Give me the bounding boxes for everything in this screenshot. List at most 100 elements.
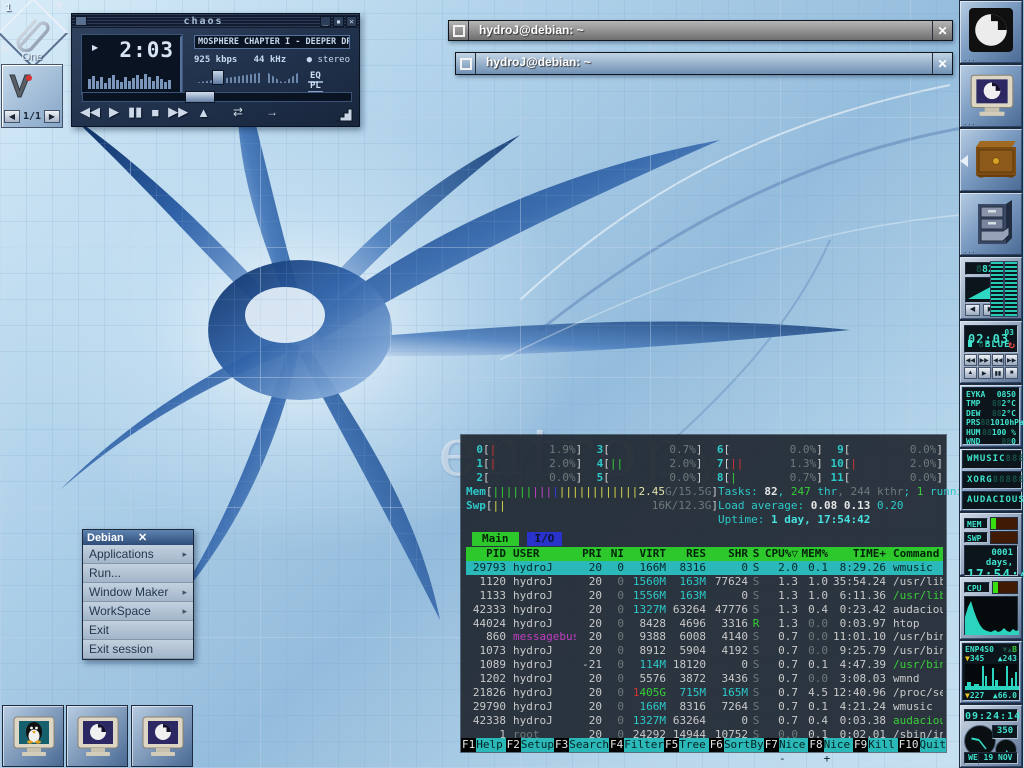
player-shade-button[interactable]: ▪ <box>333 16 344 27</box>
tab-main[interactable]: Main <box>472 532 519 546</box>
repeat-toggle[interactable]: → <box>266 105 278 119</box>
menu-item[interactable]: Exit session <box>83 640 193 659</box>
process-row[interactable]: 1089hydroJ-210114M181200S0.70.14:47.39/u… <box>466 658 943 672</box>
volume-slider-handle[interactable] <box>212 70 224 85</box>
process-row[interactable]: 21826hydroJ2001405G715M165MS0.74.512:40.… <box>466 686 943 700</box>
menu-close-icon[interactable]: ✕ <box>138 531 189 544</box>
stop-button[interactable]: ■ <box>151 105 159 120</box>
tab-io[interactable]: I/O <box>527 532 563 546</box>
menu-item[interactable]: Run... <box>83 564 193 583</box>
play-button[interactable]: ▶ <box>109 104 119 120</box>
process-row[interactable]: 1133hydroJ2001556M163M0S1.31.06:11.36/us… <box>466 589 943 603</box>
function-key[interactable]: F8Nice + <box>808 738 853 752</box>
menu-item[interactable]: Exit <box>83 621 193 640</box>
wmusic-rew-button[interactable]: ◀◀ <box>992 354 1005 366</box>
shuffle-toggle[interactable]: ⇄ <box>233 105 243 119</box>
eject-button[interactable]: ▲ <box>197 105 210 120</box>
wmusic-play-button[interactable]: ▶ <box>978 367 991 379</box>
miniaturize-icon <box>453 25 465 37</box>
function-key[interactable]: F10Quit <box>898 738 946 752</box>
wmusic-track-number: 03 <box>1004 328 1014 337</box>
terminal-window-1[interactable]: hydroJ@debian: ~ ✕ <box>448 20 953 41</box>
player-titlebar[interactable]: chaos _ ▪ ✕ <box>72 14 359 28</box>
dock-tile-wmusic[interactable]: 02:03 03 8BLUE ↻ ◀◀ ▶▶ ◀◀ ▶▶ ▲ ▶ ▮▮ ■ <box>959 320 1023 384</box>
balance-slider[interactable] <box>268 71 298 83</box>
dock-tile-clock[interactable]: 09:24:14 350 WE 19 NOV <box>959 704 1023 768</box>
wmusic-repeat-icon[interactable]: ↻ <box>1008 338 1015 351</box>
pager-dockapp[interactable]: ◀ 1/1 ▶ <box>1 64 63 128</box>
mixer-prev-channel-button[interactable]: ◀ <box>965 304 980 316</box>
dock-tile-lcd-labels[interactable]: WMUSIC888 XORG88888 AUDACIOUS <box>959 448 1023 512</box>
player-menu-button[interactable] <box>75 16 87 26</box>
miniwindow-terminal-1[interactable] <box>66 705 128 767</box>
process-row[interactable]: 29793hydroJ200166M83160S2.00.18:29.26wmu… <box>466 561 943 575</box>
terminal-window-2[interactable]: hydroJ@debian: ~ ✕ <box>455 52 953 75</box>
next-button[interactable]: ▶▶ <box>168 104 188 120</box>
wmusic-next-button[interactable]: ▶▶ <box>978 354 991 366</box>
function-key[interactable]: F3Search <box>554 738 609 752</box>
clip-prev-arrow[interactable] <box>2 42 11 51</box>
htop-window[interactable]: 0[|1.9%] 3[0.7%] 6[0.0%] 9[0.0%] 1[|2.0%… <box>461 435 946 752</box>
menu-item[interactable]: Window Maker▸ <box>83 583 193 602</box>
track-title-display[interactable]: MOSPHERE CHAPTER I - DEEPER DRL <box>194 35 350 49</box>
miniwindow-terminal-2[interactable] <box>131 705 193 767</box>
player-close-button[interactable]: ✕ <box>346 16 357 27</box>
dock-tile-terminal[interactable]: ... <box>959 64 1023 128</box>
menu-item[interactable]: Applications▸ <box>83 545 193 564</box>
pager-prev-button[interactable]: ◀ <box>4 110 20 123</box>
dock-tile-cpuload[interactable]: CPU <box>959 576 1023 640</box>
dock-dots: ... <box>964 249 977 253</box>
process-row[interactable]: 29790hydroJ200166M83167264S0.70.14:21.24… <box>466 700 943 714</box>
dock-tile-wmnd[interactable]: ENP4S0 ▼▲B ▼345 ▲243 <box>959 640 1023 704</box>
lcd-app-label[interactable]: WMUSIC888 <box>962 450 1022 469</box>
terminal1-title[interactable]: hydroJ@debian: ~ <box>469 21 932 40</box>
wmusic-pause-button[interactable]: ▮▮ <box>992 367 1005 379</box>
drawer-arrow-icon[interactable] <box>960 155 968 167</box>
lcd-app-label[interactable]: AUDACIOUS <box>962 491 1022 510</box>
miniwindow-terminal-tux[interactable] <box>2 705 64 767</box>
function-key[interactable]: F9Kill <box>853 738 898 752</box>
terminal2-title[interactable]: hydroJ@debian: ~ <box>476 53 932 74</box>
close-button[interactable]: ✕ <box>932 21 952 40</box>
process-table-header[interactable]: PIDUSERPRINIVIRTRESSHRSCPU%▽MEM%TIME+Com… <box>466 547 943 561</box>
process-row[interactable]: 1073hydroJ200891259044192S0.70.09:25.79/… <box>466 644 943 658</box>
miniaturize-button[interactable] <box>449 21 469 40</box>
process-row[interactable]: 42333hydroJ2001327M6326447776S1.30.40:23… <box>466 603 943 617</box>
process-row[interactable]: 42338hydroJ2001327M632640S0.70.40:03.38a… <box>466 714 943 728</box>
pager-next-button[interactable]: ▶ <box>44 110 60 123</box>
weather-row: HUM88100 % <box>966 428 1016 437</box>
seek-handle[interactable] <box>185 91 215 103</box>
close-button[interactable]: ✕ <box>932 53 952 74</box>
wmusic-stop-button[interactable]: ■ <box>1005 367 1018 379</box>
miniaturize-button[interactable] <box>456 53 476 74</box>
dock-tile-drawer[interactable] <box>959 128 1023 192</box>
function-key[interactable]: F1Help <box>461 738 506 752</box>
process-row[interactable]: 1120hydroJ2001560M163M77624S1.31.035:54.… <box>466 575 943 589</box>
menu-item[interactable]: WorkSpace▸ <box>83 602 193 621</box>
process-row[interactable]: 860messagebus200938860084140S0.70.011:01… <box>466 630 943 644</box>
wmusic-eject-button[interactable]: ▲ <box>964 367 977 379</box>
process-row[interactable]: 44024hydroJ200842846963316R1.30.00:03.97… <box>466 617 943 631</box>
function-key[interactable]: F2Setup <box>506 738 554 752</box>
dock-tile-file-cabinet[interactable]: ... <box>959 192 1023 256</box>
process-row[interactable]: 1202hydroJ200557638723436S0.70.03:08.03w… <box>466 672 943 686</box>
function-key[interactable]: F7Nice - <box>764 738 809 752</box>
clip-next-arrow[interactable] <box>53 2 62 11</box>
function-key[interactable]: F5Tree <box>664 738 709 752</box>
wmusic-ff-button[interactable]: ▶▶ <box>1005 354 1018 366</box>
lcd-app-label[interactable]: XORG88888 <box>962 471 1022 490</box>
player-minimize-button[interactable]: _ <box>320 16 331 27</box>
seek-bar[interactable] <box>82 92 352 102</box>
dock-tile-mixer[interactable]: 882 ◀ ▶ <box>959 256 1023 320</box>
function-key[interactable]: F6SortBy <box>709 738 764 752</box>
wmusic-prev-button[interactable]: ◀◀ <box>964 354 977 366</box>
dock-tile-wmaker[interactable]: ... <box>959 0 1023 64</box>
dock-tile-weather[interactable]: EYKA0850 TMP882°C DEW882°C PRS881010hPa … <box>959 384 1023 448</box>
pause-button[interactable]: ▮▮ <box>128 104 142 120</box>
workspace-clip[interactable]: 1 One <box>1 1 63 63</box>
volume-slider[interactable] <box>194 71 260 83</box>
menu-titlebar[interactable]: Debian ✕ <box>83 530 193 545</box>
previous-button[interactable]: ◀◀ <box>80 104 100 120</box>
dock-tile-memload[interactable]: MEM SWP 0001 days, 17:54:43 <box>959 512 1023 576</box>
function-key[interactable]: F4Filter <box>609 738 664 752</box>
